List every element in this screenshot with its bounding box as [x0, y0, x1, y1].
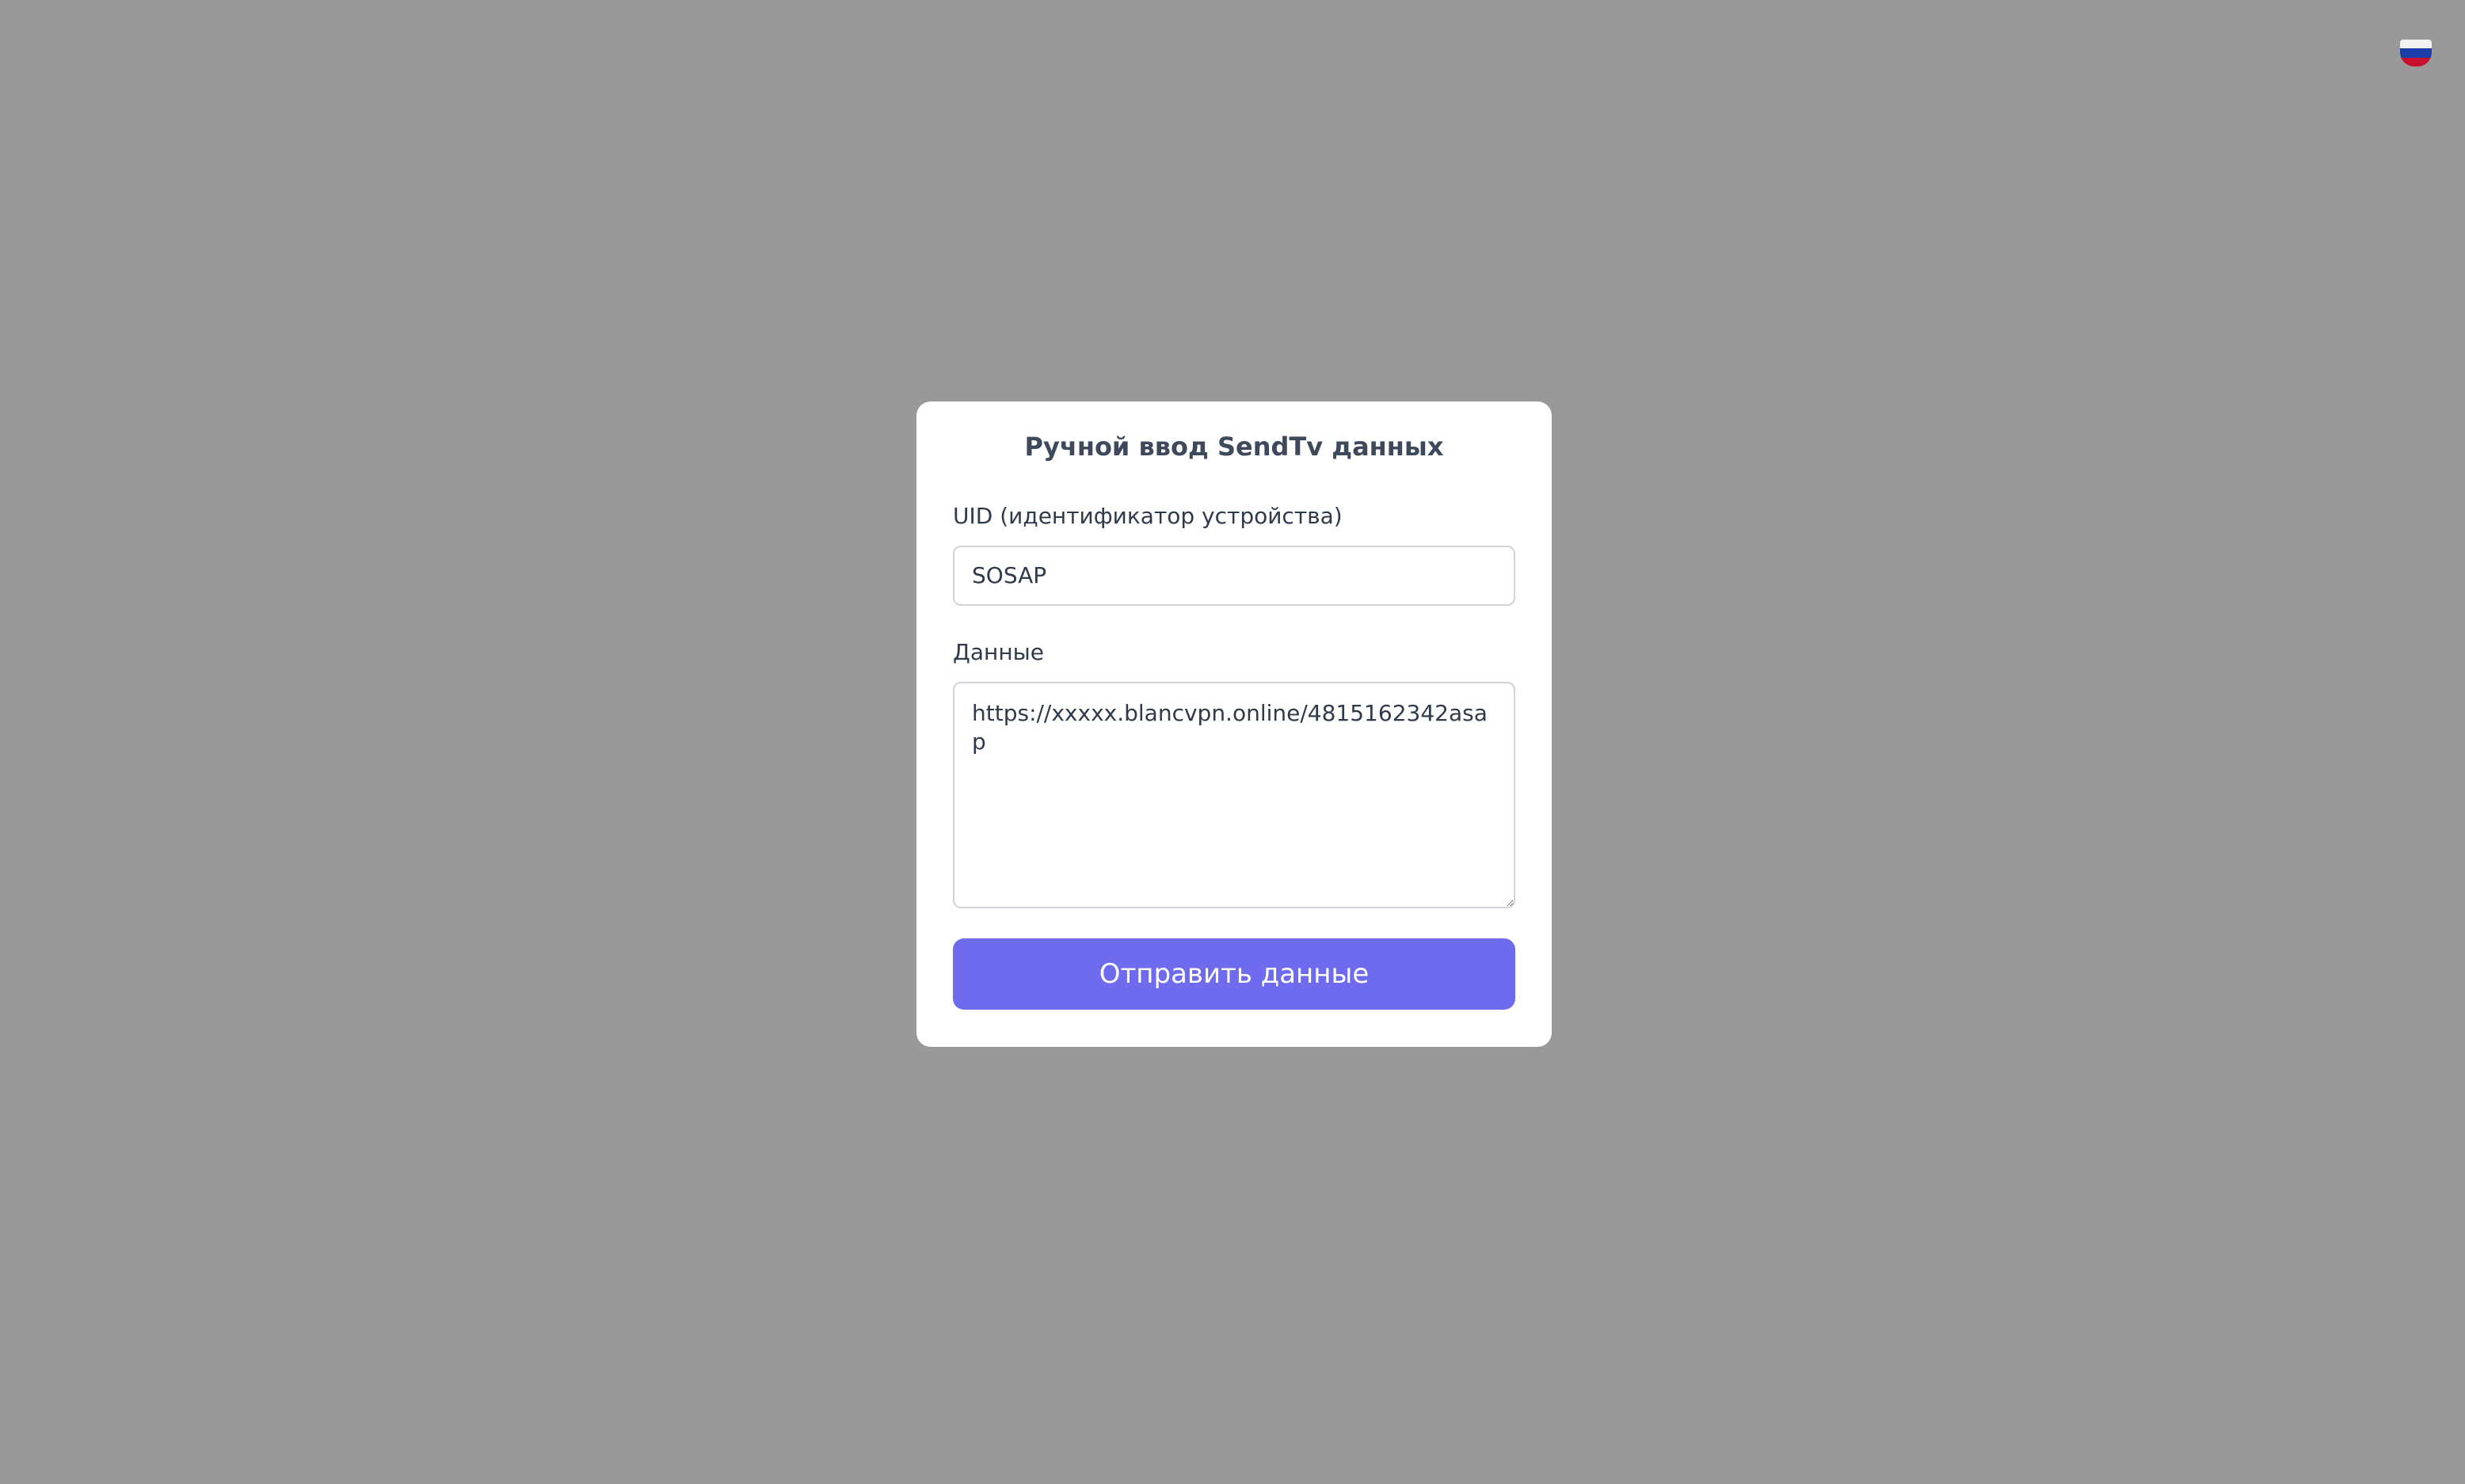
data-label: Данные	[953, 638, 1044, 665]
language-switch[interactable]	[2400, 40, 2432, 67]
dialog-title: Ручной ввод SendTv данных	[1024, 432, 1444, 462]
uid-label: UID (идентификатор устройства)	[953, 503, 1343, 530]
russia-flag-icon	[2400, 40, 2432, 49]
data-textarea[interactable]: https://xxxxx.blancvpn.online/4815162342…	[953, 681, 1515, 908]
russia-flag-icon-stripe	[2400, 57, 2432, 67]
manual-entry-dialog: Ручной ввод SendTv данных UID (идентифик…	[916, 401, 1552, 1047]
uid-input[interactable]	[953, 545, 1515, 606]
submit-button[interactable]: Отправить данные	[953, 938, 1515, 1010]
russia-flag-icon-stripe	[2400, 48, 2432, 58]
